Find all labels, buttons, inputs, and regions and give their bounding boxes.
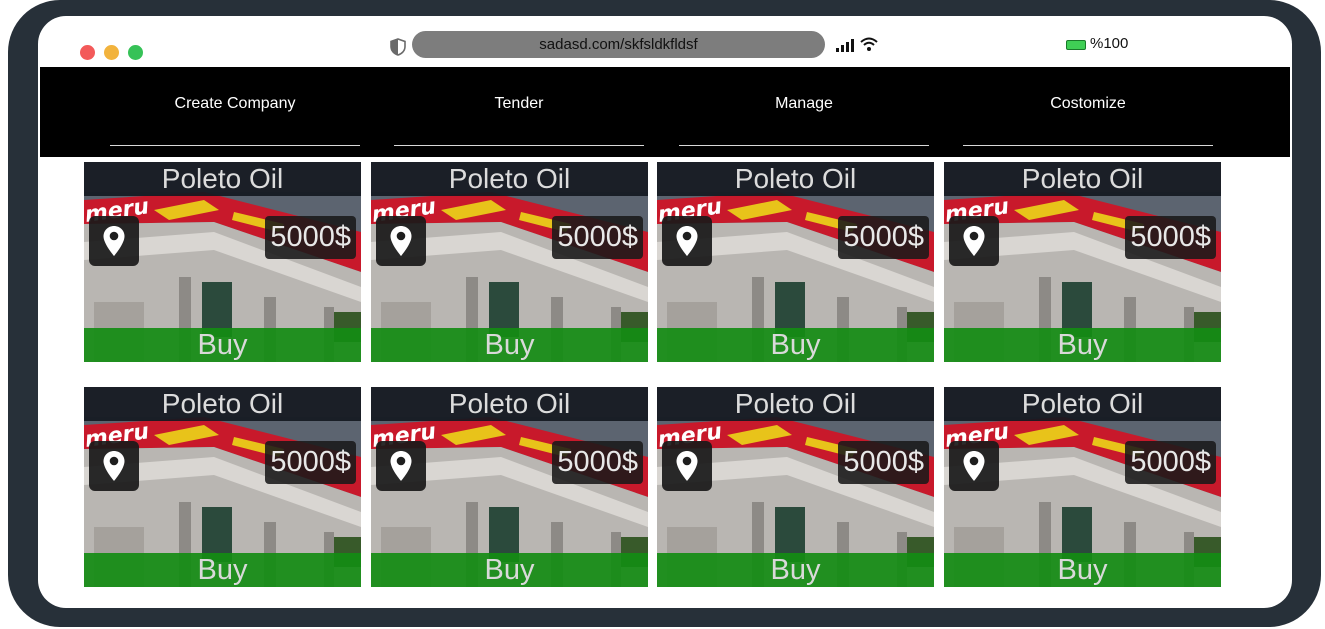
buy-button[interactable]: Buy	[371, 328, 648, 362]
product-card[interactable]: Poleto Oil 5000$ Buy	[84, 387, 361, 587]
card-title: Poleto Oil	[371, 162, 648, 196]
card-title: Poleto Oil	[944, 162, 1221, 196]
map-pin-icon	[390, 451, 412, 481]
buy-button[interactable]: Buy	[944, 328, 1221, 362]
device-frame: sadasd.com/skfsldkfldsf %100 Create Comp…	[8, 0, 1321, 627]
nav-item-label: Manage	[775, 95, 833, 112]
nav-underline	[110, 145, 360, 146]
price-tag: 5000$	[552, 216, 643, 259]
nav-item-label: Tender	[494, 95, 544, 112]
card-title: Poleto Oil	[657, 387, 934, 421]
product-card[interactable]: Poleto Oil 5000$ Buy	[944, 387, 1221, 587]
buy-button[interactable]: Buy	[84, 553, 361, 587]
product-card[interactable]: Poleto Oil 5000$ Buy	[84, 162, 361, 362]
map-pin-icon	[103, 226, 125, 256]
map-pin-icon	[390, 226, 412, 256]
nav-underline	[679, 145, 929, 146]
price-tag: 5000$	[838, 441, 929, 484]
location-button[interactable]	[376, 216, 426, 266]
card-title: Poleto Oil	[944, 387, 1221, 421]
nav-item-costomize[interactable]: Costomize	[963, 67, 1213, 157]
price-tag: 5000$	[552, 441, 643, 484]
product-card[interactable]: Poleto Oil 5000$ Buy	[371, 162, 648, 362]
screen: sadasd.com/skfsldkfldsf %100 Create Comp…	[38, 16, 1292, 608]
card-title: Poleto Oil	[84, 162, 361, 196]
price-tag: 5000$	[265, 216, 356, 259]
location-button[interactable]	[662, 216, 712, 266]
address-bar[interactable]: sadasd.com/skfsldkfldsf	[412, 31, 825, 58]
product-card[interactable]: Poleto Oil 5000$ Buy	[657, 387, 934, 587]
buy-button[interactable]: Buy	[657, 553, 934, 587]
minimize-window-button[interactable]	[104, 45, 119, 60]
nav-item-create-company[interactable]: Create Company	[110, 67, 360, 157]
signal-icon	[836, 39, 854, 52]
card-title: Poleto Oil	[84, 387, 361, 421]
location-button[interactable]	[376, 441, 426, 491]
map-pin-icon	[963, 226, 985, 256]
nav-underline	[963, 145, 1213, 146]
map-pin-icon	[103, 451, 125, 481]
battery-icon	[1066, 40, 1086, 50]
wifi-icon	[860, 37, 878, 51]
price-tag: 5000$	[1125, 216, 1216, 259]
card-title: Poleto Oil	[657, 162, 934, 196]
buy-button[interactable]: Buy	[84, 328, 361, 362]
price-tag: 5000$	[1125, 441, 1216, 484]
map-pin-icon	[676, 451, 698, 481]
map-pin-icon	[676, 226, 698, 256]
product-card[interactable]: Poleto Oil 5000$ Buy	[944, 162, 1221, 362]
buy-button[interactable]: Buy	[944, 553, 1221, 587]
location-button[interactable]	[662, 441, 712, 491]
product-card[interactable]: Poleto Oil 5000$ Buy	[657, 162, 934, 362]
price-tag: 5000$	[265, 441, 356, 484]
window-controls	[80, 45, 143, 60]
battery-level: %100	[1090, 35, 1129, 52]
buy-button[interactable]: Buy	[657, 328, 934, 362]
nav-item-label: Costomize	[1050, 95, 1126, 112]
card-title: Poleto Oil	[371, 387, 648, 421]
location-button[interactable]	[89, 441, 139, 491]
top-navigation: Create Company Tender Manage Costomize	[40, 67, 1290, 157]
nav-item-manage[interactable]: Manage	[679, 67, 929, 157]
close-window-button[interactable]	[80, 45, 95, 60]
price-tag: 5000$	[838, 216, 929, 259]
nav-item-label: Create Company	[174, 95, 296, 112]
maximize-window-button[interactable]	[128, 45, 143, 60]
location-button[interactable]	[949, 216, 999, 266]
map-pin-icon	[963, 451, 985, 481]
product-card[interactable]: Poleto Oil 5000$ Buy	[371, 387, 648, 587]
nav-item-tender[interactable]: Tender	[394, 67, 644, 157]
buy-button[interactable]: Buy	[371, 553, 648, 587]
shield-icon	[390, 38, 406, 56]
location-button[interactable]	[89, 216, 139, 266]
nav-underline	[394, 145, 644, 146]
location-button[interactable]	[949, 441, 999, 491]
